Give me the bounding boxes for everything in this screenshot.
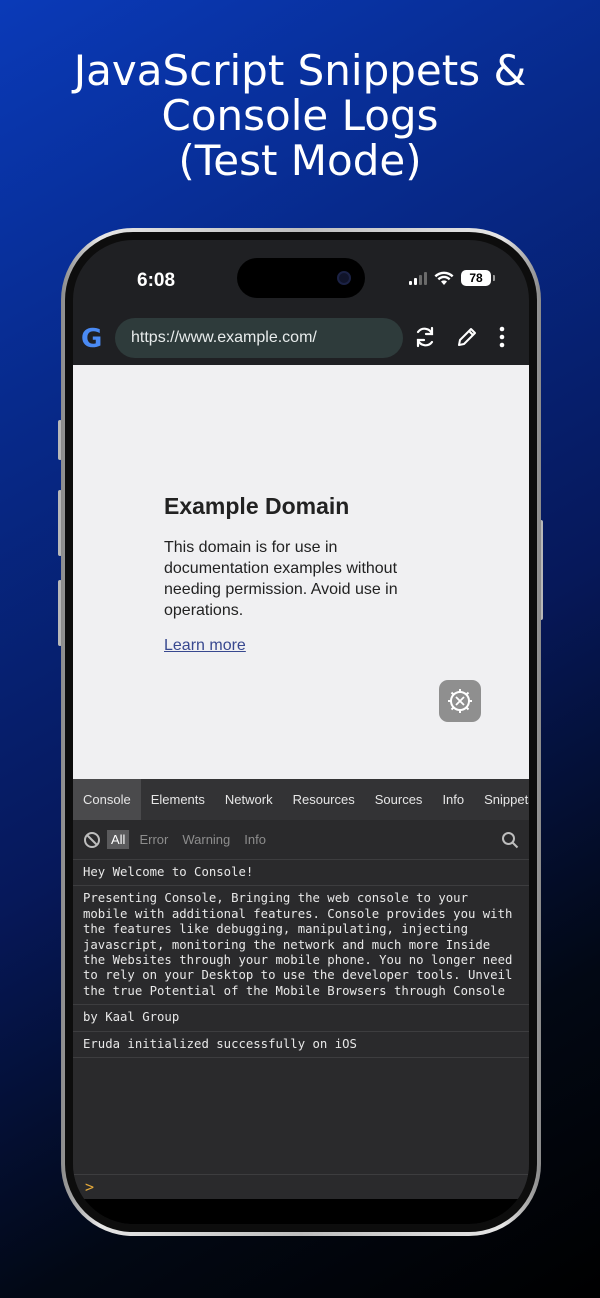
refresh-icon[interactable] <box>412 324 438 350</box>
camera-icon <box>337 271 351 285</box>
url-field[interactable]: https://www.example.com/ <box>115 318 403 358</box>
dynamic-island <box>237 258 365 298</box>
filter-warning[interactable]: Warning <box>178 830 234 849</box>
console-input[interactable]: > <box>73 1174 529 1199</box>
more-menu-icon[interactable] <box>489 324 515 350</box>
tab-elements[interactable]: Elements <box>141 779 215 820</box>
tab-network[interactable]: Network <box>215 779 283 820</box>
tab-sources[interactable]: Sources <box>365 779 433 820</box>
headline-line-1: JavaScript Snippets & <box>73 46 527 95</box>
search-icon[interactable] <box>501 831 519 849</box>
tab-info[interactable]: Info <box>432 779 474 820</box>
page-title: Example Domain <box>164 493 350 519</box>
learn-more-link[interactable]: Learn more <box>164 637 246 655</box>
console-toolbar: All Error Warning Info <box>73 820 529 860</box>
page-description: This domain is for use in documentation … <box>164 539 398 619</box>
console-log-entry: Eruda initialized successfully on iOS <box>73 1032 529 1059</box>
headline: JavaScript Snippets & Console Logs (Test… <box>0 48 600 183</box>
filter-all[interactable]: All <box>107 830 130 849</box>
tab-resources[interactable]: Resources <box>283 779 365 820</box>
clear-console-icon[interactable] <box>83 831 101 849</box>
devtools-tabs: Console Elements Network Resources Sourc… <box>73 779 529 820</box>
headline-line-2: Console Logs <box>161 91 439 140</box>
edit-icon[interactable] <box>454 324 480 350</box>
google-logo-icon[interactable]: G <box>81 326 102 352</box>
console-log-entry: Presenting Console, Bringing the web con… <box>73 886 529 1006</box>
tab-console[interactable]: Console <box>73 779 141 820</box>
signal-icon <box>409 271 427 285</box>
screen-bottom <box>73 1199 529 1224</box>
status-icons: 78 <box>409 270 495 286</box>
console-log-entry: Hey Welcome to Console! <box>73 860 529 887</box>
webpage-content: Example Domain This domain is for use in… <box>73 365 529 779</box>
battery-icon: 78 <box>461 270 495 286</box>
phone-frame: 6:08 78 G https://www.example.com/ Examp… <box>61 228 541 1236</box>
eruda-toggle-button[interactable] <box>439 680 481 722</box>
filter-info[interactable]: Info <box>240 830 270 849</box>
headline-line-3: (Test Mode) <box>178 136 422 185</box>
phone-screen: 6:08 78 G https://www.example.com/ Examp… <box>73 240 529 1224</box>
console-log-entry: by Kaal Group <box>73 1005 529 1032</box>
status-time: 6:08 <box>137 270 176 291</box>
filter-error[interactable]: Error <box>135 830 172 849</box>
browser-toolbar: G https://www.example.com/ <box>73 314 529 364</box>
wifi-icon <box>434 271 454 285</box>
devtools-panel: Console Elements Network Resources Sourc… <box>73 779 529 1199</box>
gear-tools-icon <box>448 689 472 713</box>
tab-snippets[interactable]: Snippets <box>474 779 529 820</box>
